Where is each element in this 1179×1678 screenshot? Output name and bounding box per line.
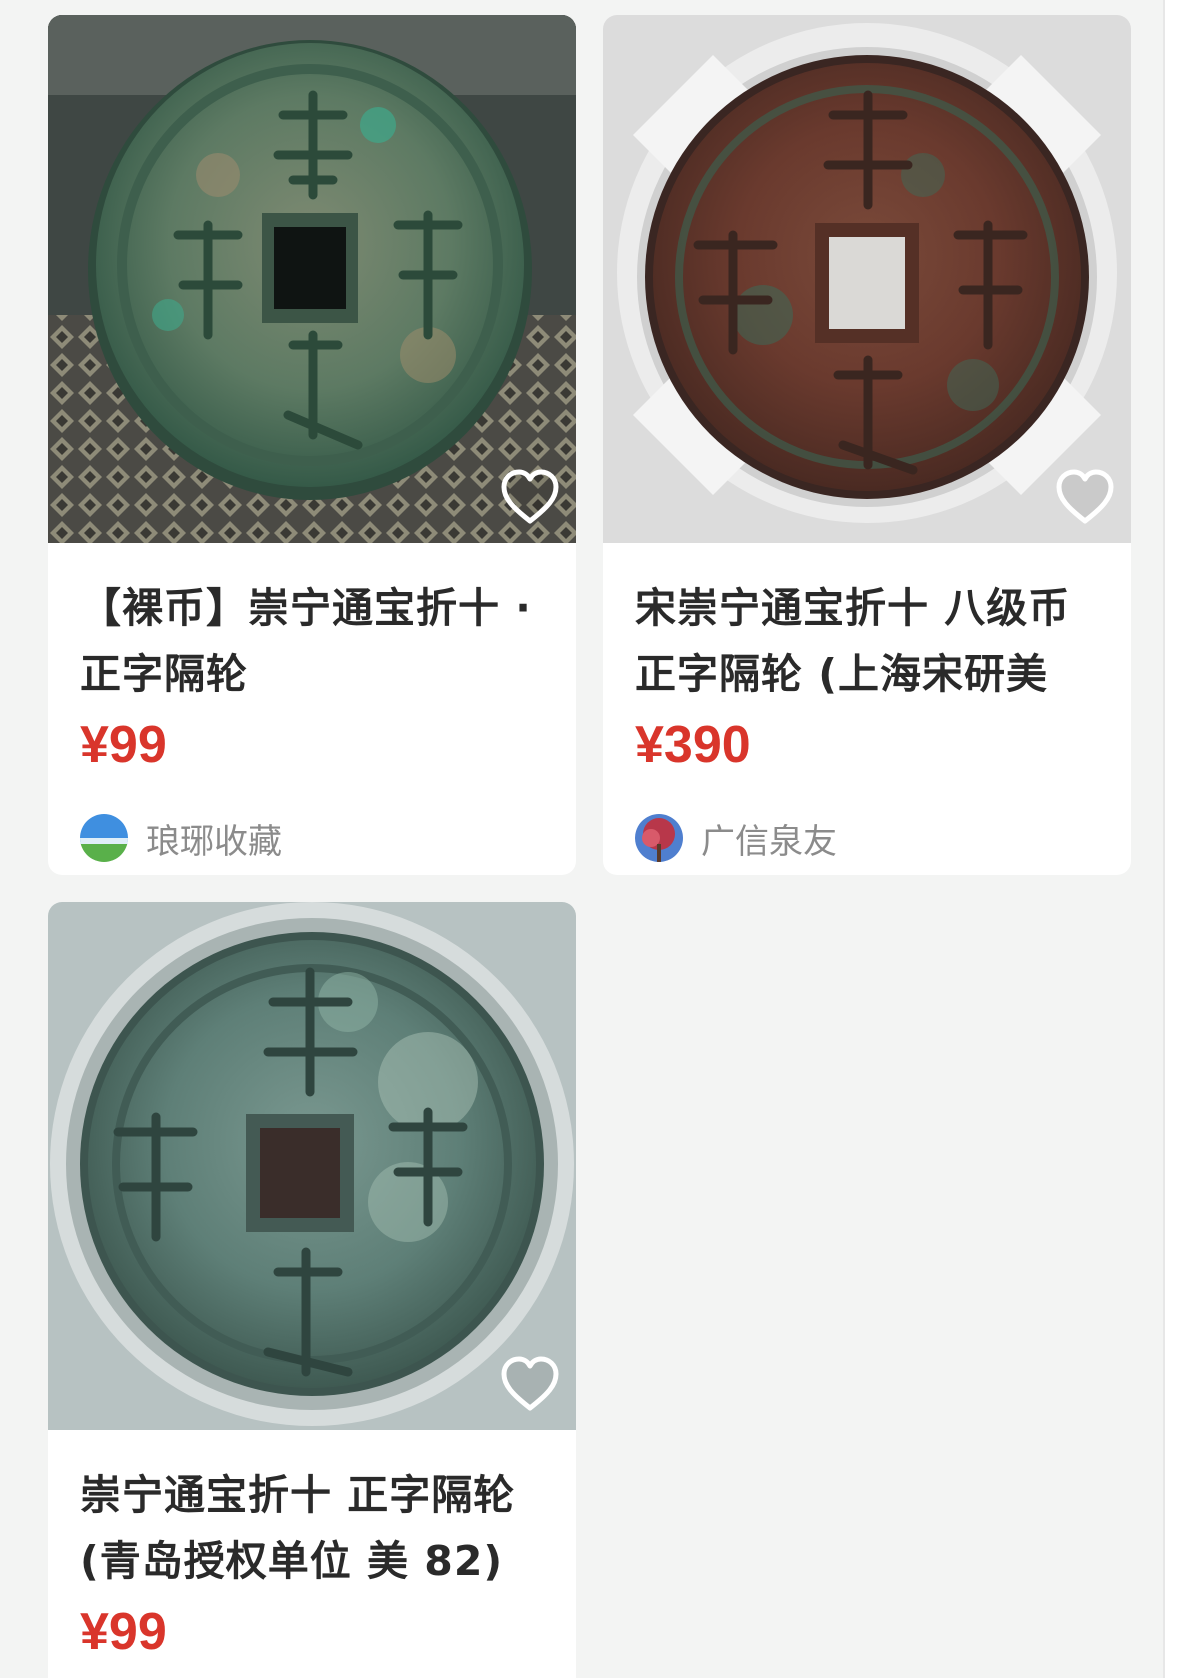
- tree-avatar: [635, 814, 683, 862]
- product-title[interactable]: 崇宁通宝折十 正字隔轮 (青岛授权单位 美 82): [80, 1462, 550, 1594]
- heart-outline-icon[interactable]: [1053, 465, 1117, 529]
- coin-photo: [603, 15, 1131, 543]
- product-image[interactable]: [48, 15, 576, 543]
- coin-photo: [48, 902, 576, 1430]
- product-feed: 【裸币】崇宁通宝折十 · 正字隔轮 ¥99 琅琊收藏 宋崇宁通宝折十 八级币 正…: [0, 0, 1179, 1678]
- heart-outline-icon[interactable]: [498, 465, 562, 529]
- seller-name: 琅琊收藏: [146, 821, 282, 862]
- seller-name: 广信泉友: [701, 821, 837, 862]
- coin-photo: [48, 15, 576, 543]
- product-title[interactable]: 【裸币】崇宁通宝折十 · 正字隔轮: [80, 575, 550, 707]
- product-card[interactable]: 宋崇宁通宝折十 八级币 正字隔轮 (上海宋研美 ¥390 广信泉友: [603, 15, 1131, 875]
- product-price: ¥99: [80, 716, 167, 774]
- scrollbar[interactable]: [1163, 0, 1179, 1678]
- sky-landscape-avatar: [80, 814, 128, 862]
- seller-info[interactable]: 琅琊收藏: [80, 812, 282, 864]
- product-price: ¥390: [635, 716, 751, 774]
- heart-outline-icon[interactable]: [498, 1352, 562, 1416]
- product-card[interactable]: 崇宁通宝折十 正字隔轮 (青岛授权单位 美 82) ¥99: [48, 902, 576, 1678]
- product-image[interactable]: [48, 902, 576, 1430]
- product-price: ¥99: [80, 1603, 167, 1661]
- seller-info[interactable]: 广信泉友: [635, 812, 837, 864]
- product-image[interactable]: [603, 15, 1131, 543]
- product-card[interactable]: 【裸币】崇宁通宝折十 · 正字隔轮 ¥99 琅琊收藏: [48, 15, 576, 875]
- product-title[interactable]: 宋崇宁通宝折十 八级币 正字隔轮 (上海宋研美: [635, 575, 1105, 707]
